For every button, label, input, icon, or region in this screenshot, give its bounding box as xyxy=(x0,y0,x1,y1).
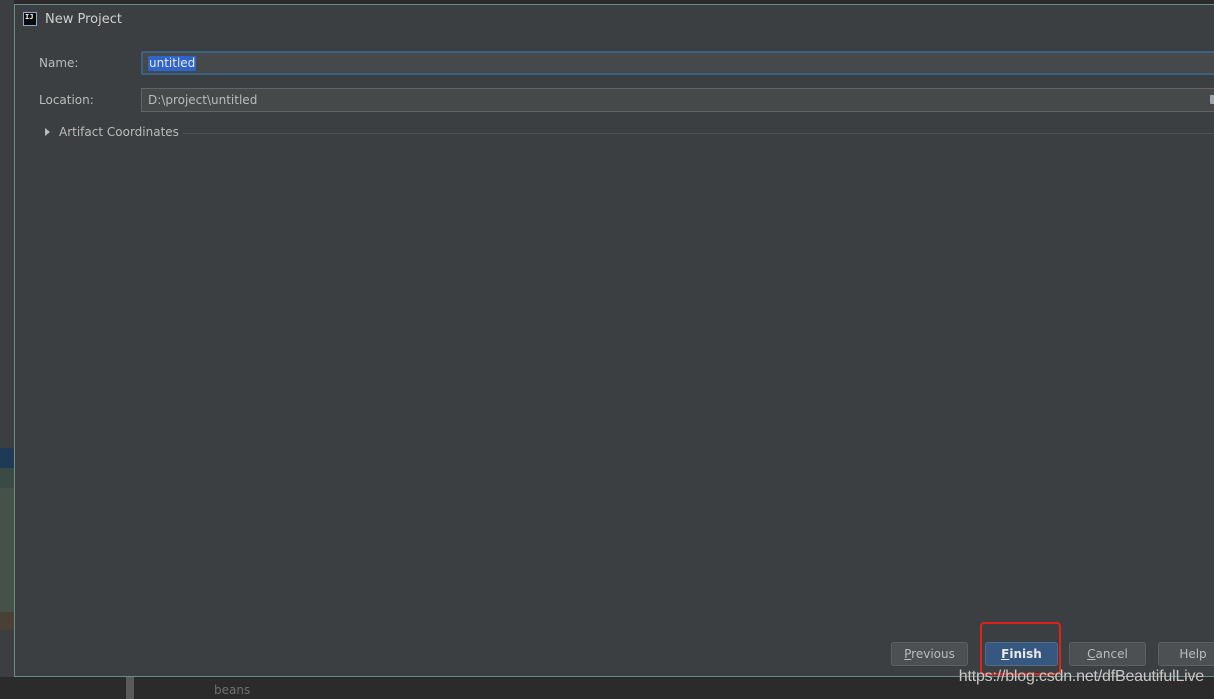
location-input-value: D:\project\untitled xyxy=(148,93,258,107)
artifact-coordinates-label: Artifact Coordinates xyxy=(59,125,179,139)
artifact-coordinates-toggle[interactable]: Artifact Coordinates xyxy=(43,125,1214,141)
folder-icon[interactable] xyxy=(1210,95,1214,104)
name-label: Name: xyxy=(39,56,79,70)
finish-button[interactable]: Finish xyxy=(985,642,1058,666)
name-input[interactable]: untitled xyxy=(141,51,1214,75)
location-label: Location: xyxy=(39,93,94,107)
name-input-value: untitled xyxy=(148,56,197,71)
expand-triangle-icon xyxy=(45,128,50,136)
section-divider xyxy=(183,133,1214,134)
background-band xyxy=(0,448,14,468)
background-gutter xyxy=(126,677,134,699)
cancel-button[interactable]: Cancel xyxy=(1069,642,1146,666)
location-input[interactable]: D:\project\untitled xyxy=(141,88,1214,112)
dialog-title: New Project xyxy=(45,12,122,27)
background-ide-panel xyxy=(0,0,14,699)
dialog-titlebar[interactable]: IJ New Project xyxy=(15,5,1214,35)
previous-button[interactable]: Previous xyxy=(891,642,968,666)
help-button[interactable]: Help xyxy=(1158,642,1214,666)
intellij-icon: IJ xyxy=(23,12,37,26)
background-band xyxy=(0,488,14,612)
new-project-dialog: IJ New Project Name: untitled Location: … xyxy=(14,4,1214,677)
background-band xyxy=(0,612,14,630)
background-band xyxy=(0,468,14,488)
background-text: beans xyxy=(214,683,251,697)
watermark-text: https://blog.csdn.net/dfBeautifulLive xyxy=(958,668,1204,685)
